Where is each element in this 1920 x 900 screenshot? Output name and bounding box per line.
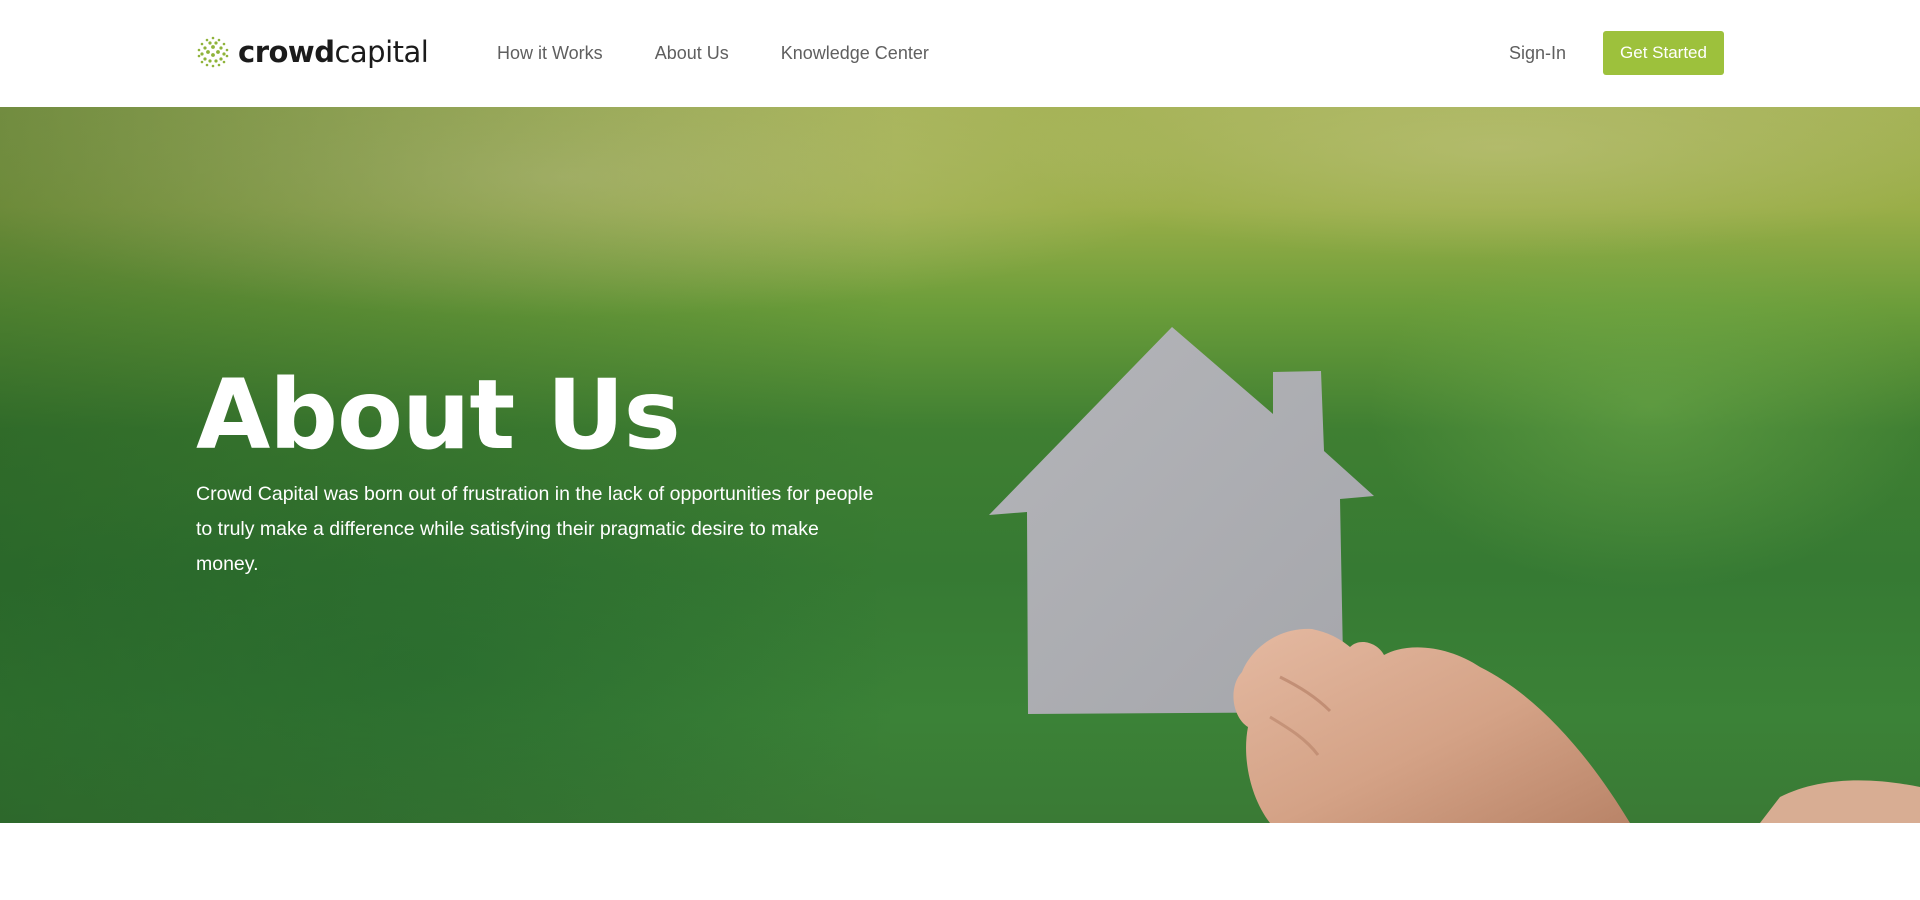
logo-dotted-globe-icon bbox=[197, 36, 229, 68]
nav-about-us[interactable]: About Us bbox=[655, 41, 729, 65]
paper-house-in-hand-image bbox=[989, 327, 1920, 823]
main-nav: How it Works About Us Knowledge Center bbox=[497, 41, 929, 65]
site-header: crowdcapital How it Works About Us Knowl… bbox=[0, 0, 1920, 107]
nav-how-it-works[interactable]: How it Works bbox=[497, 41, 603, 65]
hero-description: Crowd Capital was born out of frustratio… bbox=[196, 483, 874, 575]
sign-in-link[interactable]: Sign-In bbox=[1509, 41, 1566, 65]
hand-cuff-shape bbox=[1760, 780, 1920, 823]
logo-wordmark: crowdcapital bbox=[238, 35, 429, 69]
nav-knowledge-center[interactable]: Knowledge Center bbox=[781, 41, 929, 65]
hero-banner: About Us Crowd Capital was born out of f… bbox=[0, 107, 1920, 823]
hand-shape bbox=[1233, 628, 1630, 823]
hero-title: About Us bbox=[196, 359, 681, 471]
logo-text-bold: crowd bbox=[238, 35, 335, 69]
logo-link[interactable]: crowdcapital bbox=[196, 33, 429, 71]
logo-text-light: capital bbox=[334, 35, 429, 69]
get-started-button[interactable]: Get Started bbox=[1603, 31, 1724, 75]
